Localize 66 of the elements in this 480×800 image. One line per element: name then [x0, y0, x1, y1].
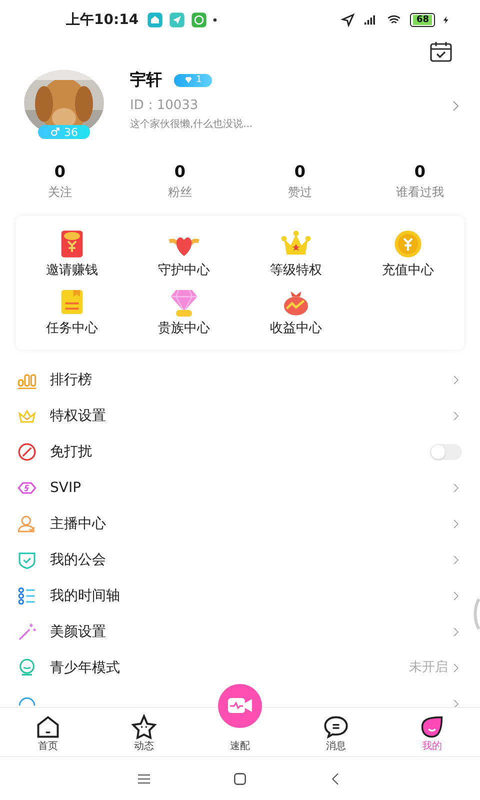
feature-item[interactable]: 贵族中心 — [128, 286, 240, 338]
stat-value: 0 — [294, 162, 306, 182]
nav-tab[interactable]: 消息 — [288, 708, 384, 756]
nav-tab[interactable]: 动态 — [96, 708, 192, 756]
stat-value: 0 — [414, 162, 426, 182]
magic-wand-icon — [17, 622, 37, 642]
smile-app-icon — [190, 12, 207, 28]
user-name: 宇轩 — [130, 70, 162, 90]
menu-label: 主播中心 — [50, 514, 106, 534]
menu-label: SVIP — [50, 478, 82, 498]
chat-bubble-icon — [322, 714, 350, 740]
menu-label: 特权设置 — [50, 406, 106, 426]
menu-row[interactable]: 排行榜 — [0, 362, 480, 398]
menu-label: 我的公会 — [50, 550, 106, 570]
toggle-switch[interactable] — [430, 444, 462, 460]
nav-tab[interactable]: 首页 — [0, 708, 96, 756]
battery-level: 68 — [413, 15, 432, 25]
menu-row[interactable]: 我的公会 — [0, 542, 480, 578]
teen-face-icon — [17, 658, 37, 678]
nav-tab[interactable]: 速配 — [230, 740, 250, 753]
feature-item[interactable]: 守护中心 — [128, 228, 240, 280]
send-app-icon — [168, 12, 185, 28]
shield-icon — [17, 550, 37, 570]
menu-value: 未开启 — [409, 659, 448, 678]
dot-icon — [212, 18, 217, 22]
stat-label: 谁看过我 — [396, 184, 444, 200]
menu-label: 免打扰 — [50, 442, 92, 462]
menu-row[interactable]: 美颜设置 — [0, 614, 480, 650]
home-button-icon[interactable] — [232, 770, 248, 786]
gender-age-badge: 36 — [38, 125, 90, 139]
menu-row[interactable]: 我的时间轴 — [0, 578, 480, 614]
charging-icon — [442, 14, 450, 26]
edge-handle-icon[interactable] — [472, 597, 480, 631]
feature-item[interactable]: 邀请赚钱 — [16, 228, 128, 280]
no-entry-icon — [17, 442, 37, 462]
feature-item[interactable]: 充值中心 — [352, 228, 464, 280]
feature-item[interactable]: 收益中心 — [240, 286, 352, 338]
menu-label: 排行榜 — [50, 370, 92, 390]
level-badge: 1 — [174, 74, 212, 86]
user-id: ID：10033 — [130, 98, 200, 114]
stat-value: 0 — [54, 162, 66, 182]
status-time: 上午10:14 — [66, 10, 139, 30]
menu-label: 青少年模式 — [50, 658, 120, 678]
feature-item[interactable]: 等级特权 — [240, 228, 352, 280]
menu-label: 我的时间轴 — [50, 586, 120, 606]
menu-row[interactable]: 免打扰 — [0, 434, 480, 470]
stat-label: 关注 — [48, 184, 72, 200]
diamond-icon — [184, 76, 194, 84]
calendar-icon[interactable] — [428, 40, 454, 64]
menu-row[interactable]: SVIP — [0, 470, 480, 506]
star-icon — [130, 714, 158, 740]
stat-label: 粉丝 — [168, 184, 192, 200]
home-app-icon — [146, 12, 163, 28]
timeline-icon — [17, 586, 37, 606]
stat-label: 赞过 — [288, 184, 312, 200]
coin-icon — [392, 228, 424, 260]
stat-value: 0 — [174, 162, 186, 182]
feature-item[interactable]: 任务中心 — [16, 286, 128, 338]
menu-row[interactable]: 特权设置 — [0, 398, 480, 434]
menu-row[interactable]: 主播中心 — [0, 506, 480, 542]
menu-row[interactable]: 青少年模式 未开启 — [0, 650, 480, 686]
person-icon — [17, 514, 37, 534]
user-bio: 这个家伙很懒,什么也没说... — [130, 118, 253, 131]
male-icon — [50, 127, 60, 137]
location-icon — [341, 13, 356, 27]
menu-label: 美颜设置 — [50, 622, 106, 642]
